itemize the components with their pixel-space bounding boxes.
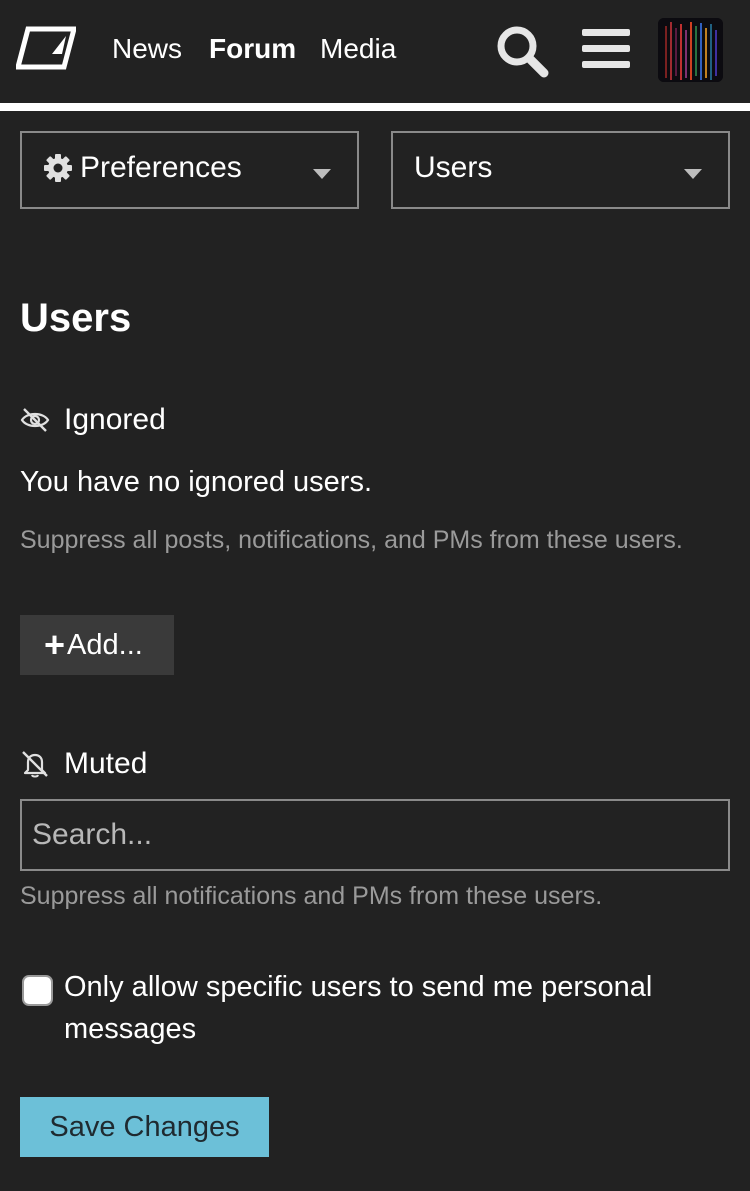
caret-down-icon	[684, 169, 702, 179]
muted-section-heading: Muted	[20, 746, 147, 782]
gear-icon	[44, 154, 72, 182]
users-dropdown-label: Users	[414, 151, 493, 184]
plus-icon: +	[44, 624, 66, 665]
avatar-image	[658, 18, 723, 82]
muted-help-text: Suppress all notifications and PMs from …	[20, 882, 603, 910]
add-ignored-user-button[interactable]: + Add...	[20, 615, 174, 675]
pm-restriction-label[interactable]: Only allow specific users to send me per…	[64, 966, 724, 1050]
preferences-dropdown[interactable]: Preferences	[20, 131, 359, 209]
ignored-help-text: Suppress all posts, notifications, and P…	[20, 526, 683, 554]
save-changes-button[interactable]: Save Changes	[20, 1097, 269, 1157]
nav-link-media[interactable]: Media	[320, 32, 396, 66]
preferences-dropdown-label: Preferences	[80, 151, 242, 184]
ignored-heading-label: Ignored	[64, 403, 166, 436]
eye-slash-icon	[20, 408, 50, 432]
nav-link-news[interactable]: News	[112, 32, 182, 66]
bell-slash-icon	[22, 751, 48, 778]
top-navigation-bar: News Forum Media	[0, 0, 750, 103]
muted-users-search-input[interactable]	[20, 799, 730, 871]
header-divider	[0, 103, 750, 111]
add-button-label: Add...	[67, 628, 143, 661]
users-dropdown[interactable]: Users	[391, 131, 730, 209]
hamburger-menu-icon[interactable]	[582, 27, 630, 71]
ignored-section-heading: Ignored	[20, 402, 166, 438]
caret-down-icon	[313, 169, 331, 179]
nav-link-forum[interactable]: Forum	[209, 32, 296, 66]
site-logo[interactable]	[16, 26, 76, 70]
page-title: Users	[20, 296, 132, 340]
pm-restriction-checkbox[interactable]	[22, 975, 53, 1006]
muted-heading-label: Muted	[64, 747, 148, 780]
user-avatar[interactable]	[658, 18, 723, 82]
search-icon[interactable]	[494, 24, 550, 78]
ignored-empty-message: You have no ignored users.	[20, 466, 373, 498]
